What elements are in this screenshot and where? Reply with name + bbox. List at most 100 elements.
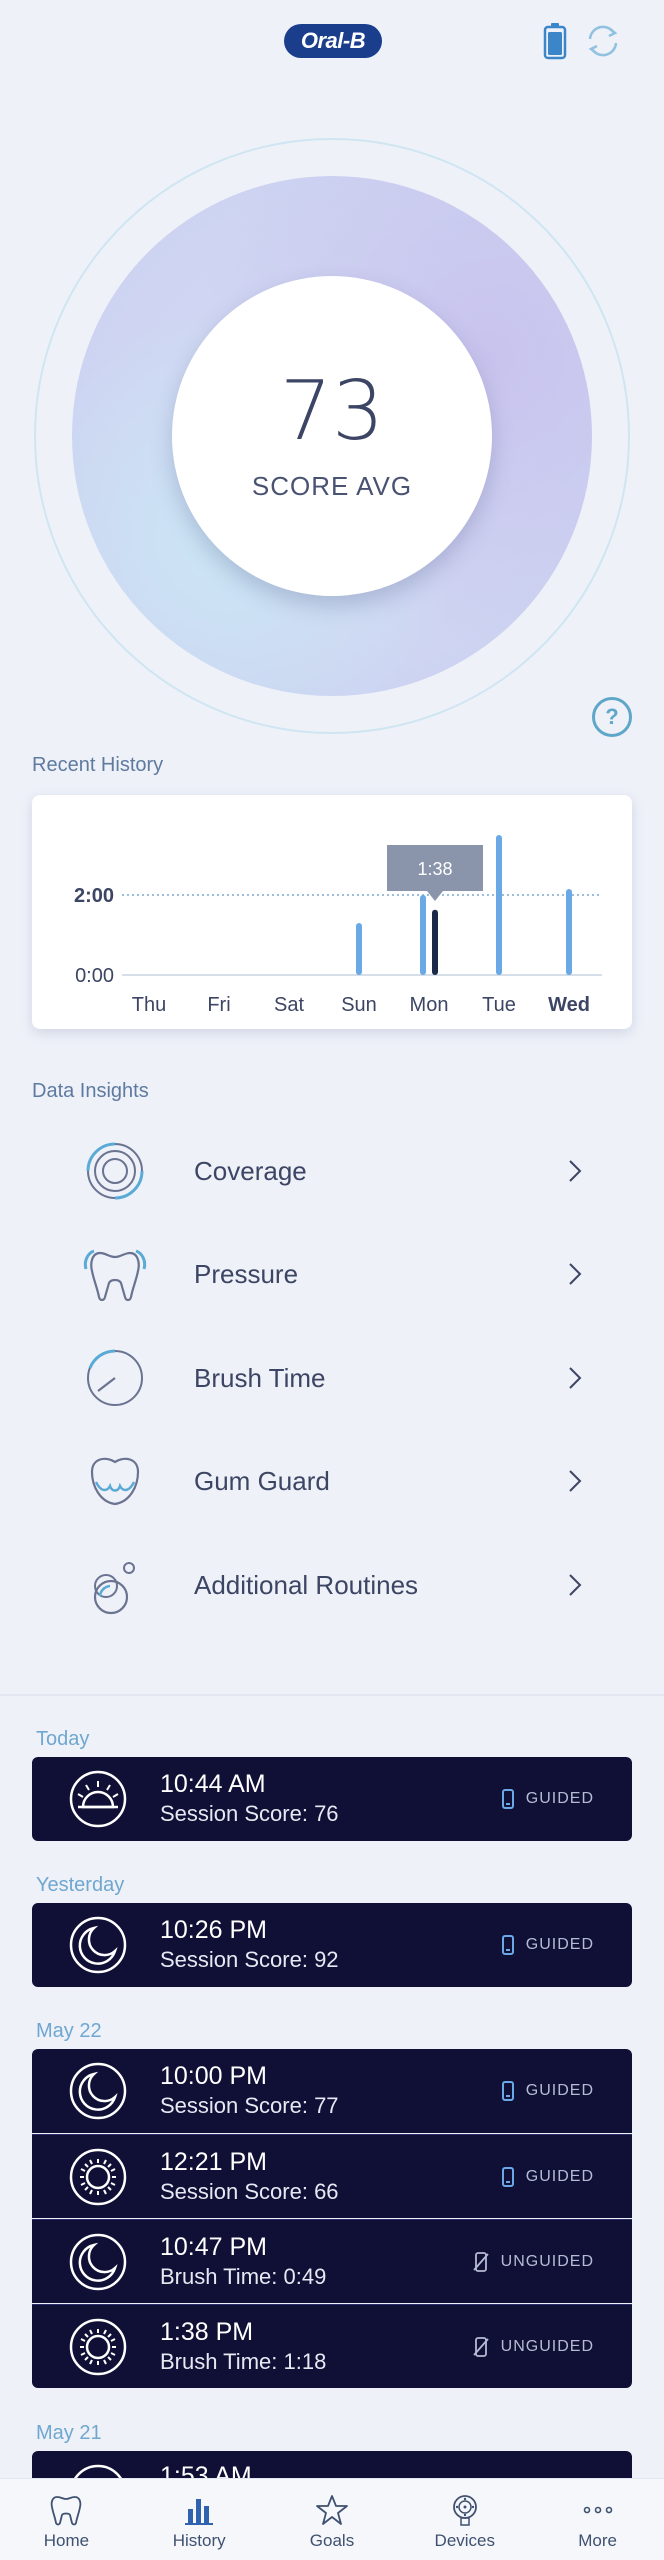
session-card[interactable]: 10:44 AM Session Score: 76 GUIDED bbox=[32, 1757, 632, 1841]
timer-icon bbox=[87, 1349, 143, 1406]
no-phone-icon bbox=[472, 2336, 489, 2357]
session-detail: Session Score: 77 bbox=[160, 2093, 339, 2118]
insight-gum-guard[interactable]: Gum Guard bbox=[70, 1436, 590, 1526]
chevron-right-icon bbox=[569, 1574, 582, 1596]
insight-label: Coverage bbox=[194, 1155, 307, 1186]
bar-chart-icon bbox=[185, 2499, 214, 2525]
x-tick-label: Mon bbox=[410, 994, 449, 1016]
session-mode: UNGUIDED bbox=[472, 2336, 594, 2357]
gum-guard-icon bbox=[90, 1457, 140, 1506]
session-card[interactable]: 10:00 PM Session Score: 77 GUIDED bbox=[32, 2049, 632, 2133]
sun-icon bbox=[69, 2318, 127, 2375]
star-icon bbox=[316, 2495, 348, 2525]
session-detail: Session Score: 92 bbox=[160, 1947, 339, 1972]
nav-label: History bbox=[172, 2531, 226, 2550]
x-tick-label: Wed bbox=[548, 994, 590, 1016]
session-mode: GUIDED bbox=[501, 1789, 594, 1809]
insight-label: Additional Routines bbox=[194, 1569, 419, 1600]
history-bar bbox=[356, 923, 362, 975]
nav-label: More bbox=[578, 2531, 617, 2550]
x-tick-label: Thu bbox=[132, 994, 166, 1016]
nav-history[interactable]: History bbox=[133, 2479, 266, 2560]
session-mode-label: UNGUIDED bbox=[500, 2252, 594, 2270]
x-tick-label: Tue bbox=[482, 994, 516, 1016]
history-bar-chart: 0:00 2:00 Thu Fri Sat Sun Mon Tue Wed 1:38 bbox=[74, 835, 602, 1016]
history-bar bbox=[566, 889, 572, 975]
score-center: 73 SCORE AVG bbox=[172, 276, 492, 596]
score-average-widget[interactable]: 73 SCORE AVG bbox=[34, 138, 630, 734]
battery-icon[interactable] bbox=[543, 22, 567, 60]
chart-tooltip-pointer bbox=[427, 891, 443, 901]
day-label-may-21: May 21 bbox=[36, 2422, 102, 2444]
session-mode: GUIDED bbox=[501, 2166, 594, 2187]
chart-tooltip-label: 1:38 bbox=[417, 859, 452, 879]
recent-history-chart[interactable]: 0:00 2:00 Thu Fri Sat Sun Mon Tue Wed 1:38 bbox=[32, 795, 632, 1029]
session-mode-label: GUIDED bbox=[525, 1936, 594, 1953]
chevron-right-icon bbox=[569, 1470, 582, 1492]
y-tick-label: 2:00 bbox=[74, 885, 114, 907]
help-icon[interactable]: ? bbox=[592, 697, 632, 737]
nav-home[interactable]: Home bbox=[0, 2479, 133, 2560]
oral-b-logo: Oral-B bbox=[284, 24, 382, 58]
x-tick-label: Sat bbox=[274, 994, 304, 1016]
session-detail: Session Score: 76 bbox=[160, 1801, 339, 1826]
tooth-icon bbox=[83, 1249, 147, 1302]
sync-icon[interactable] bbox=[583, 22, 623, 60]
coverage-icon bbox=[86, 1142, 144, 1200]
session-detail: Brush Time: 0:49 bbox=[160, 2263, 327, 2289]
chevron-right-icon bbox=[569, 1160, 582, 1182]
insight-label: Pressure bbox=[194, 1258, 299, 1289]
moon-icon bbox=[69, 1916, 127, 1974]
session-card[interactable]: 10:47 PM Brush Time: 0:49 UNGUIDED bbox=[32, 2219, 632, 2303]
session-mode: GUIDED bbox=[501, 2081, 594, 2101]
nav-goals[interactable]: Goals bbox=[266, 2479, 399, 2560]
session-detail: Brush Time: 1:18 bbox=[160, 2348, 327, 2374]
no-phone-icon bbox=[472, 2251, 489, 2272]
brush-head-icon bbox=[452, 2495, 477, 2526]
sun-icon bbox=[69, 2148, 127, 2205]
phone-icon bbox=[501, 2081, 514, 2101]
x-tick-label: Sun bbox=[341, 994, 377, 1016]
nav-label: Home bbox=[43, 2531, 90, 2550]
nav-devices[interactable]: Devices bbox=[398, 2479, 531, 2560]
session-card[interactable]: 10:26 PM Session Score: 92 GUIDED bbox=[32, 1903, 632, 1987]
session-card[interactable]: 1:38 PM Brush Time: 1:18 UNGUIDED bbox=[32, 2304, 632, 2388]
session-time: 10:00 PM bbox=[160, 2062, 268, 2090]
insight-label: Brush Time bbox=[194, 1362, 326, 1393]
phone-icon bbox=[501, 1789, 514, 1809]
insight-brush-time[interactable]: Brush Time bbox=[70, 1333, 590, 1423]
phone-icon bbox=[501, 1935, 514, 1955]
session-mode: UNGUIDED bbox=[472, 2251, 594, 2272]
session-mode-label: UNGUIDED bbox=[500, 2337, 594, 2355]
moon-icon bbox=[69, 2233, 127, 2290]
chevron-right-icon bbox=[569, 1263, 582, 1285]
history-bar bbox=[420, 895, 426, 975]
bubbles-icon bbox=[93, 1562, 135, 1615]
insight-coverage[interactable]: Coverage bbox=[70, 1126, 590, 1216]
score-value: 73 bbox=[279, 363, 385, 459]
sunrise-icon bbox=[69, 1770, 127, 1828]
score-label: SCORE AVG bbox=[251, 470, 413, 501]
session-time: 1:38 PM bbox=[160, 2317, 254, 2346]
day-label-today: Today bbox=[36, 1728, 90, 1750]
chevron-right-icon bbox=[569, 1367, 582, 1389]
moon-icon bbox=[69, 2062, 127, 2120]
nav-label: Goals bbox=[309, 2531, 355, 2550]
day-label-may-22: May 22 bbox=[36, 2020, 102, 2042]
session-mode: GUIDED bbox=[501, 1935, 594, 1955]
nav-more[interactable]: More bbox=[531, 2479, 664, 2560]
insight-additional-routines[interactable]: Additional Routines bbox=[70, 1540, 590, 1630]
phone-icon bbox=[501, 2166, 514, 2187]
section-divider bbox=[0, 1694, 664, 1696]
bottom-navigation: Home History Goals Devices More bbox=[0, 2478, 664, 2560]
recent-history-label: Recent History bbox=[32, 754, 164, 776]
session-time: 12:21 PM bbox=[160, 2147, 268, 2176]
data-insights-label: Data Insights bbox=[32, 1080, 149, 1102]
session-time: 10:26 PM bbox=[160, 1916, 268, 1944]
y-tick-label: 0:00 bbox=[75, 965, 114, 987]
session-time: 10:47 PM bbox=[160, 2232, 268, 2261]
insight-pressure[interactable]: Pressure bbox=[70, 1229, 590, 1319]
x-tick-label: Fri bbox=[207, 994, 230, 1016]
session-card[interactable]: 12:21 PM Session Score: 66 GUIDED bbox=[32, 2134, 632, 2218]
app-header: Oral-B bbox=[0, 0, 664, 82]
